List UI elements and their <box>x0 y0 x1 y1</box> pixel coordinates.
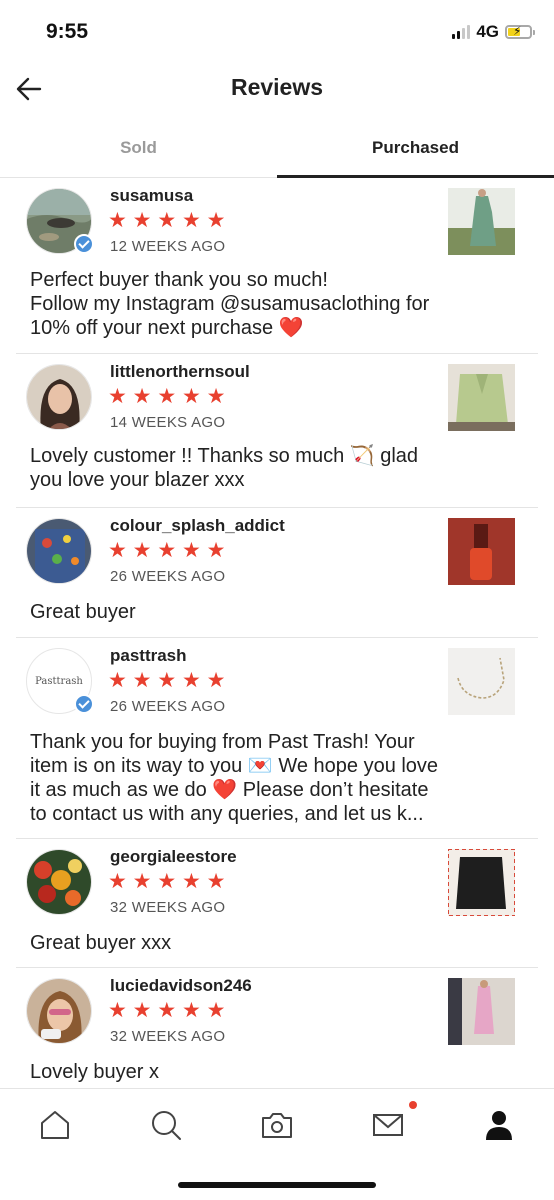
profile-icon <box>485 1110 512 1140</box>
review-item: Pasttrash pasttrash ★ ★ ★ ★ ★ 26 WEEKS A… <box>16 638 538 839</box>
review-text: Perfect buyer thank you so much! Follow … <box>30 269 430 339</box>
notification-dot <box>409 1101 418 1109</box>
nav-search[interactable] <box>111 1089 222 1160</box>
reviews-list: susamusa ★ ★ ★ ★ ★ 12 WEEKS AGO Perfect … <box>0 178 554 1088</box>
home-icon <box>41 1110 70 1139</box>
item-thumbnail[interactable] <box>448 518 515 585</box>
review-time: 12 WEEKS AGO <box>110 238 226 255</box>
page-title: Reviews <box>230 74 324 100</box>
nav-profile[interactable] <box>443 1089 554 1160</box>
star-rating: ★ ★ ★ ★ ★ <box>108 999 226 1022</box>
item-thumbnail[interactable] <box>448 978 515 1045</box>
review-text: Thank you for buying from Past Trash! Yo… <box>30 731 439 825</box>
review-time: 26 WEEKS AGO <box>110 698 226 715</box>
nav-camera[interactable] <box>222 1089 333 1160</box>
camera-icon <box>261 1112 292 1138</box>
review-text: Lovely buyer x <box>30 1061 159 1083</box>
tab-sold[interactable]: Sold <box>0 126 277 177</box>
review-text: Great buyer xxx <box>30 932 172 954</box>
network-type: 4G <box>476 22 499 41</box>
status-time: 9:55 <box>46 20 89 43</box>
review-username[interactable]: pasttrash <box>110 646 187 666</box>
review-time: 14 WEEKS AGO <box>110 414 226 431</box>
header: Reviews <box>0 64 554 116</box>
star-rating: ★ ★ ★ ★ ★ <box>108 209 226 232</box>
review-item: littlenorthernsoul ★ ★ ★ ★ ★ 14 WEEKS AG… <box>16 354 538 508</box>
star-rating: ★ ★ ★ ★ ★ <box>108 539 226 562</box>
review-item: colour_splash_addict ★ ★ ★ ★ ★ 26 WEEKS … <box>16 508 538 638</box>
avatar <box>26 518 92 584</box>
review-item: susamusa ★ ★ ★ ★ ★ 12 WEEKS AGO Perfect … <box>16 178 538 354</box>
review-item: georgialeestore ★ ★ ★ ★ ★ 32 WEEKS AGO G… <box>16 839 538 968</box>
status-bar: 9:55 4G ⚡ <box>0 0 554 64</box>
review-time: 32 WEEKS AGO <box>110 1028 226 1045</box>
tab-purchased[interactable]: Purchased <box>277 126 554 178</box>
battery-icon: ⚡ <box>505 24 535 39</box>
status-indicators: 4G ⚡ <box>452 22 535 42</box>
review-username[interactable]: luciedavidson246 <box>110 976 252 996</box>
item-thumbnail[interactable] <box>448 648 515 715</box>
avatar-logo-text: Pasttrash <box>35 675 83 687</box>
avatar-wrap[interactable] <box>26 364 92 430</box>
review-item: luciedavidson246 ★ ★ ★ ★ ★ 32 WEEKS AGO … <box>16 968 538 1088</box>
bottom-nav <box>0 1088 554 1160</box>
avatar-wrap[interactable] <box>26 518 92 584</box>
review-username[interactable]: susamusa <box>110 186 193 206</box>
item-thumbnail[interactable] <box>448 364 515 431</box>
avatar <box>26 364 92 430</box>
home-indicator[interactable] <box>178 1182 376 1188</box>
verified-badge-icon <box>74 234 94 254</box>
nav-home[interactable] <box>0 1089 111 1160</box>
verified-badge-icon <box>74 694 94 714</box>
avatar-wrap[interactable] <box>26 188 94 254</box>
review-text: Lovely customer !! Thanks so much 🏹 glad… <box>30 445 419 491</box>
review-time: 32 WEEKS AGO <box>110 899 226 916</box>
star-rating: ★ ★ ★ ★ ★ <box>108 669 226 692</box>
tabs: Sold Purchased <box>0 126 554 178</box>
item-thumbnail[interactable] <box>448 188 515 255</box>
star-rating: ★ ★ ★ ★ ★ <box>108 385 226 408</box>
review-username[interactable]: georgialeestore <box>110 847 237 867</box>
star-rating: ★ ★ ★ ★ ★ <box>108 870 226 893</box>
avatar <box>26 978 92 1044</box>
item-thumbnail[interactable] <box>448 849 515 916</box>
review-time: 26 WEEKS AGO <box>110 568 226 585</box>
search-icon <box>152 1110 182 1140</box>
review-username[interactable]: colour_splash_addict <box>110 516 285 536</box>
mail-icon <box>372 1113 403 1136</box>
signal-icon <box>452 25 471 39</box>
avatar-wrap[interactable] <box>26 978 92 1044</box>
avatar-wrap[interactable]: Pasttrash <box>26 648 94 714</box>
review-username[interactable]: littlenorthernsoul <box>110 362 250 382</box>
nav-messages[interactable] <box>332 1089 443 1160</box>
avatar-wrap[interactable] <box>26 849 92 915</box>
avatar <box>26 849 92 915</box>
review-text: Great buyer <box>30 601 136 623</box>
